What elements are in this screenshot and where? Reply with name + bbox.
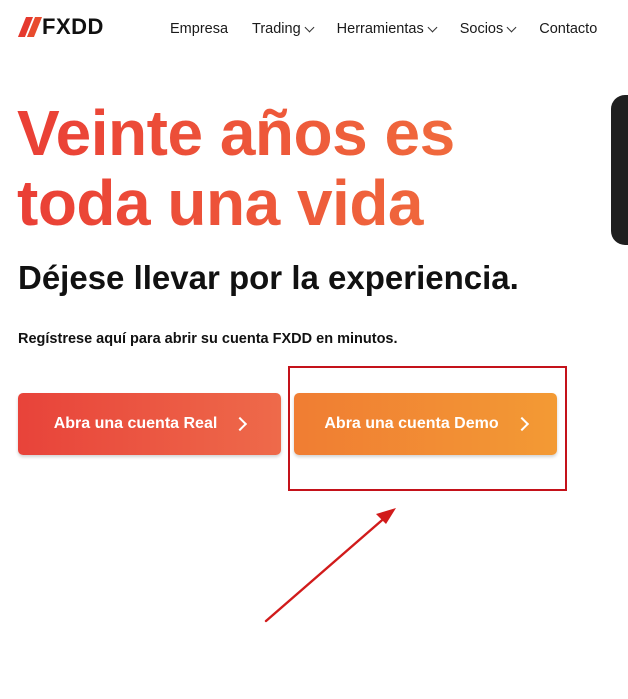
- open-real-account-button[interactable]: Abra una cuenta Real: [18, 393, 281, 455]
- nav-item-label: Herramientas: [336, 21, 424, 37]
- hero-title: Veinte años es toda una vida: [17, 98, 455, 238]
- nav-item-socios[interactable]: Socios: [459, 21, 517, 37]
- button-label: Abra una cuenta Real: [53, 415, 218, 432]
- nav-item-trading[interactable]: Trading: [252, 21, 315, 37]
- main-nav: Empresa Trading Herramientas Socios Cont…: [170, 21, 597, 37]
- side-card-edge: [611, 95, 628, 245]
- nav-item-herramientas[interactable]: Herramientas: [336, 21, 438, 37]
- annotation-highlight-box: [288, 366, 567, 491]
- chevron-down-icon: [427, 22, 438, 32]
- chevron-right-icon: [233, 416, 248, 432]
- nav-item-empresa[interactable]: Empresa: [170, 21, 228, 37]
- logo-text: FXDD: [42, 14, 104, 39]
- fxdd-logo[interactable]: FXDD: [17, 14, 104, 40]
- chevron-down-icon: [506, 22, 517, 32]
- nav-item-contacto[interactable]: Contacto: [539, 21, 597, 37]
- fxdd-logo-mark-icon: [17, 17, 43, 37]
- nav-item-label: Trading: [252, 21, 301, 37]
- nav-item-label: Empresa: [170, 21, 229, 37]
- hero-title-line-2: toda una vida: [17, 167, 423, 239]
- hero-note: Regístrese aquí para abrir su cuenta FXD…: [18, 331, 398, 347]
- nav-item-label: Socios: [459, 21, 504, 37]
- page: FXDD Empresa Trading Herramientas Socios…: [0, 0, 628, 699]
- hero-subtitle: Déjese llevar por la experiencia.: [18, 259, 519, 296]
- nav-item-label: Contacto: [539, 21, 598, 37]
- hero-title-line-1: Veinte años es: [17, 97, 455, 169]
- chevron-down-icon: [304, 22, 315, 32]
